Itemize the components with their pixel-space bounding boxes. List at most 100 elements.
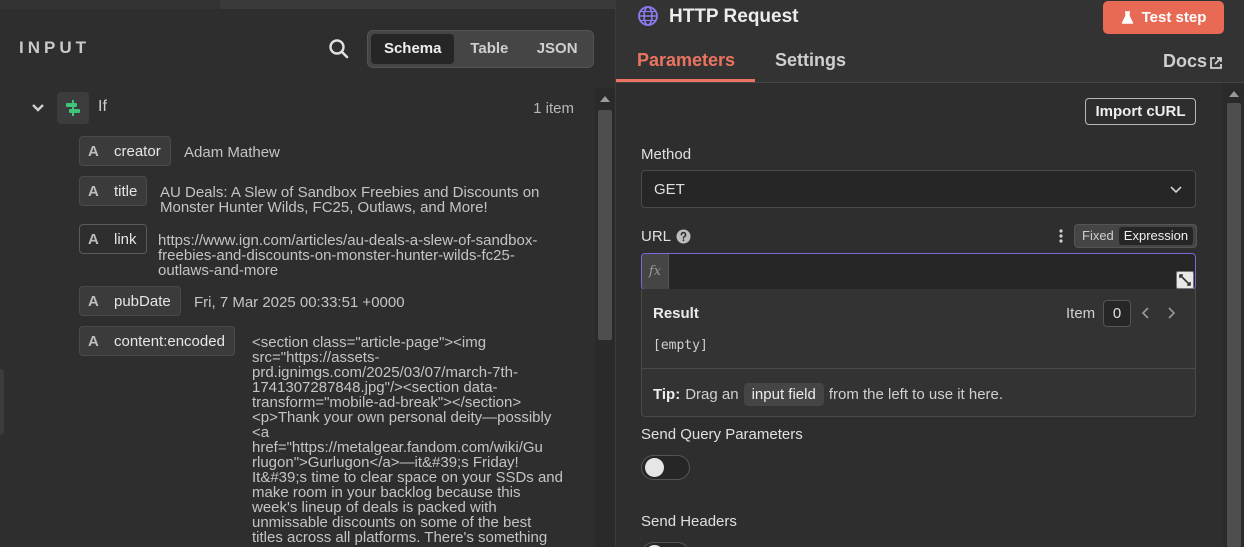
docs-link[interactable]: Docs (1163, 51, 1207, 72)
input-scrollbar[interactable] (595, 88, 615, 547)
view-mode-toggle: Schema Table JSON (367, 30, 594, 68)
divider (642, 368, 1195, 369)
schema-field-pubdate[interactable]: ApubDate (79, 286, 181, 316)
chevron-down-icon (1169, 183, 1183, 197)
field-key: content:encoded (114, 332, 225, 350)
value-line: rlugon">Gurlugon</a>—it&#39;s Friday! (252, 454, 519, 471)
active-tab-underline (616, 79, 755, 82)
field-pill[interactable]: Atitle (79, 176, 148, 206)
chevron-right-icon[interactable] (1164, 306, 1178, 320)
if-node-icon (57, 92, 89, 124)
result-title: Result (653, 305, 699, 322)
value-line: unmissable discounts on some of the best (252, 514, 532, 531)
schema-field-creator[interactable]: Acreator (79, 136, 171, 166)
field-pill[interactable]: ApubDate (79, 286, 181, 316)
parameters-body: Import cURL Method GET URL Fixed Express… (616, 83, 1223, 547)
schema-field-title[interactable]: Atitle (79, 176, 148, 206)
input-node-name: If (98, 98, 107, 115)
tab-parameters[interactable]: Parameters (637, 50, 735, 71)
field-value: Fri, 7 Mar 2025 00:33:51 +0000 (194, 294, 405, 311)
value-line: <section class="article-page"><img (252, 334, 487, 351)
string-type-icon: A (88, 292, 99, 310)
parameters-scrollbar[interactable] (1223, 83, 1244, 547)
toggle-knob (645, 458, 664, 477)
field-key: creator (114, 142, 161, 160)
view-table-button[interactable]: Table (456, 34, 522, 64)
flask-icon (1121, 10, 1133, 24)
expression-result-panel: Result Item 0 [empty] Tip: Drag an input… (641, 289, 1196, 417)
field-key: title (114, 182, 138, 200)
url-expression-input[interactable]: fx (641, 253, 1196, 290)
tab-settings[interactable]: Settings (775, 50, 846, 71)
method-label: Method (641, 146, 692, 163)
value-line: <a (252, 424, 270, 441)
value-line: week's lineup of deals is packed with (252, 499, 497, 516)
panel-edge-handle[interactable] (0, 369, 4, 435)
field-key: pubDate (114, 292, 171, 310)
more-options-icon[interactable] (1058, 228, 1064, 244)
value-line: titles across all platforms. There's som… (252, 529, 548, 546)
help-icon[interactable] (676, 229, 691, 244)
field-pill[interactable]: Alink (79, 224, 147, 254)
value-line: <p>Thank your own personal deity—possibl… (252, 409, 552, 426)
method-select[interactable]: GET (641, 170, 1196, 208)
field-pill[interactable]: Acontent:encoded (79, 326, 235, 356)
fx-icon: fx (642, 254, 669, 289)
schema-view: If 1 item Acreator Adam Mathew Atitle AU… (0, 88, 595, 547)
scroll-up-arrow-icon[interactable] (600, 96, 610, 102)
send-headers-label: Send Headers (641, 513, 737, 530)
value-line: It&#39;s time to clear space on your SSD… (252, 469, 563, 486)
send-headers-toggle[interactable] (641, 542, 690, 547)
string-type-icon: A (88, 182, 99, 200)
view-schema-button[interactable]: Schema (371, 34, 455, 64)
field-value: <section class="article-page"><img src="… (252, 335, 563, 545)
input-node-row[interactable]: If 1 item (28, 92, 588, 124)
field-value: Adam Mathew (184, 144, 280, 161)
send-query-label: Send Query Parameters (641, 426, 803, 443)
tip-text-before: Drag an (685, 386, 739, 403)
field-value: AU Deals: A Slew of Sandbox Freebies and… (160, 185, 539, 215)
import-curl-button[interactable]: Import cURL (1085, 98, 1196, 125)
field-pill[interactable]: Acreator (79, 136, 171, 166)
node-title: HTTP Request (669, 6, 799, 27)
test-step-button[interactable]: Test step (1103, 1, 1224, 34)
value-line: prd.ignimgs.com/2025/03/07/march-7th- (252, 364, 518, 381)
value-line: freebies-and-discounts-on-monster-hunter… (158, 247, 515, 264)
node-panel-header: HTTP Request Test step Parameters Settin… (616, 0, 1244, 83)
url-label: URL (641, 228, 672, 245)
input-panel: INPUT Schema Table JSON If 1 item Acreat… (0, 0, 615, 547)
tip-text-after: from the left to use it here. (828, 386, 1004, 403)
field-key: link (114, 230, 137, 248)
value-line: Monster Hunter Wilds, FC25, Outlaws, and… (160, 199, 488, 216)
scroll-up-arrow-icon[interactable] (1229, 91, 1239, 97)
scrollbar-thumb[interactable] (598, 110, 612, 340)
external-link-icon[interactable] (1209, 56, 1223, 70)
view-json-button[interactable]: JSON (524, 34, 590, 64)
value-line: 1741307287848.jpg"/><section data- (252, 379, 498, 396)
drag-tip: Tip: Drag an input field from the left t… (653, 383, 1003, 406)
value-line: href="https://metalgear.fandom.com/wiki/… (252, 439, 543, 456)
chevron-down-icon[interactable] (30, 100, 46, 116)
schema-field-content-encoded[interactable]: Acontent:encoded (79, 326, 235, 356)
expand-editor-icon[interactable] (1176, 271, 1194, 289)
input-panel-title: INPUT (19, 38, 90, 57)
scrollbar-thumb[interactable] (1227, 103, 1241, 547)
schema-field-link[interactable]: Alink (79, 224, 147, 254)
expression-mode-button[interactable]: Expression (1118, 227, 1194, 245)
string-type-icon: A (88, 230, 99, 248)
item-index-input[interactable]: 0 (1103, 300, 1131, 327)
node-panel: HTTP Request Test step Parameters Settin… (615, 0, 1244, 547)
value-line: transform="mobile-ad-break"></section> (252, 394, 522, 411)
fixed-mode-button[interactable]: Fixed (1077, 227, 1119, 245)
value-line: make room in your backlog because this (252, 484, 521, 501)
method-value: GET (654, 181, 685, 198)
send-query-toggle[interactable] (641, 455, 690, 480)
string-type-icon: A (88, 142, 99, 160)
tip-label: Tip: (653, 386, 681, 403)
item-label: Item (1066, 305, 1096, 322)
value-line: https://www.ign.com/articles/au-deals-a-… (158, 232, 538, 249)
string-type-icon: A (88, 332, 99, 350)
search-icon[interactable] (326, 36, 352, 62)
input-panel-top-strip (0, 0, 615, 9)
chevron-left-icon[interactable] (1139, 306, 1153, 320)
